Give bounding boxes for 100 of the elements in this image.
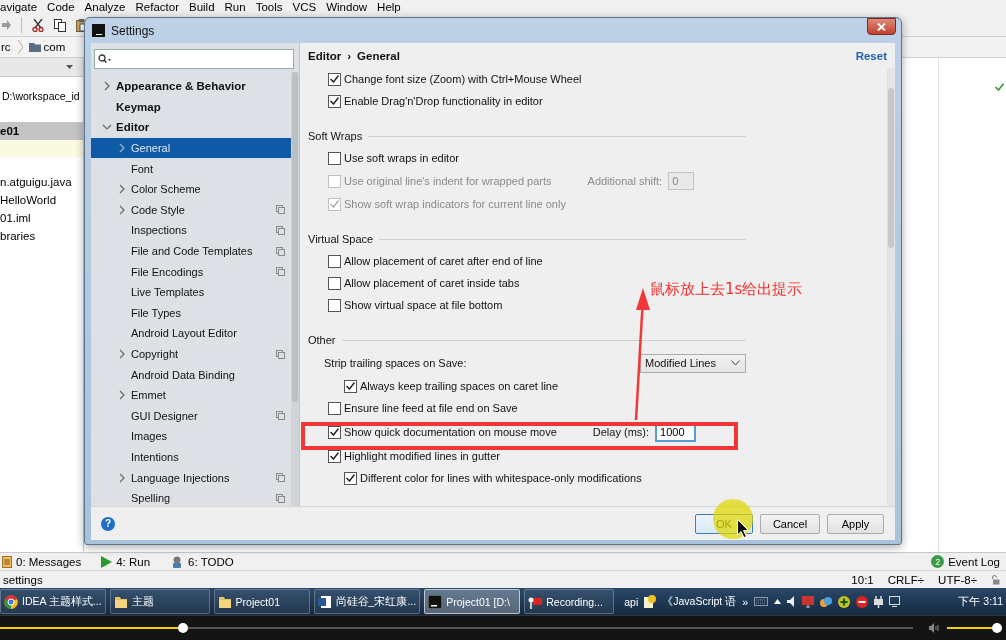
tree-item[interactable]: File Encodings xyxy=(91,261,291,282)
scissors-icon[interactable] xyxy=(32,18,44,32)
line-separator-widget[interactable]: CRLF÷ xyxy=(887,573,925,586)
tool-window-button[interactable]: 0: Messages xyxy=(0,555,84,568)
copy-icon[interactable] xyxy=(54,18,66,32)
tree-item[interactable]: n.atguigu.java xyxy=(0,173,83,191)
monitor-icon[interactable] xyxy=(802,595,814,608)
checkbox[interactable] xyxy=(328,72,341,86)
help-button[interactable]: ? xyxy=(101,516,115,531)
tree-item[interactable]: Color Scheme xyxy=(91,178,291,200)
help-document-icon[interactable] xyxy=(644,595,657,608)
checkbox[interactable] xyxy=(328,276,341,290)
plus-icon[interactable] xyxy=(838,595,850,608)
menu-item[interactable]: Window xyxy=(326,1,368,13)
tree-item[interactable]: GUI Designer xyxy=(91,405,291,427)
dialog-button[interactable]: Cancel xyxy=(760,513,820,534)
taskbar-button[interactable]: Recording... xyxy=(524,589,615,614)
taskbar-button[interactable]: Project01 [D:\ xyxy=(424,589,521,614)
tray-app-label[interactable]: 《JavaScript 语 xyxy=(662,594,737,609)
taskbar-button[interactable]: IDEA 主题样式... xyxy=(0,589,106,614)
chevron-right-icon[interactable] xyxy=(117,204,127,215)
option-label: Enable Drag'n'Drop functionality in editor xyxy=(344,95,543,107)
annotation-note: 鼠标放上去1s给出提示 xyxy=(650,280,803,299)
event-log-button[interactable]: Event Log xyxy=(948,555,1000,568)
close-button[interactable] xyxy=(867,18,896,35)
taskbar-button[interactable]: 主题 xyxy=(109,589,210,614)
checkbox[interactable] xyxy=(328,151,341,165)
tree-item[interactable]: File Types xyxy=(91,302,291,324)
tree-item[interactable]: Live Templates xyxy=(91,281,291,303)
option-label: Highlight modified lines in gutter xyxy=(344,450,500,462)
tree-item[interactable]: Copyright xyxy=(91,343,291,365)
triangle-up-icon[interactable] xyxy=(774,599,781,604)
seek-handle[interactable] xyxy=(177,623,188,633)
display-icon[interactable] xyxy=(889,596,900,607)
menu-item[interactable]: Analyze xyxy=(84,1,126,13)
overflow-chevron[interactable]: » xyxy=(742,595,748,608)
menu-item[interactable]: Tools xyxy=(255,1,283,13)
checkbox[interactable] xyxy=(328,94,341,108)
checkbox[interactable] xyxy=(344,379,357,393)
tree-item[interactable]: Code Style xyxy=(91,199,291,221)
volume-handle[interactable] xyxy=(991,623,1002,633)
chevron-right-icon[interactable] xyxy=(117,143,127,154)
breadcrumb[interactable]: com xyxy=(43,41,66,53)
tree-item[interactable]: File and Code Templates xyxy=(91,240,291,262)
chevron-right-icon[interactable] xyxy=(117,184,127,195)
speaker-icon[interactable] xyxy=(929,623,939,633)
input-method-label[interactable]: api xyxy=(624,595,639,608)
tree-item[interactable]: Editor xyxy=(91,117,291,138)
clock[interactable]: 下午 3:11 xyxy=(958,594,1003,609)
taskbar-button[interactable]: Project01 xyxy=(213,589,310,614)
caret-down-icon[interactable] xyxy=(66,65,73,69)
tree-item[interactable]: Emmet xyxy=(91,384,291,406)
search-field[interactable] xyxy=(94,49,294,69)
reset-link[interactable]: Reset xyxy=(855,49,887,62)
dropdown[interactable]: Modified Lines xyxy=(640,353,746,373)
menu-item[interactable]: avigate xyxy=(0,1,38,13)
tree-item[interactable]: Android Data Binding xyxy=(91,364,291,385)
tree-item[interactable]: Inspections xyxy=(91,220,291,241)
checkbox[interactable] xyxy=(328,401,341,415)
tree-item[interactable]: Spelling xyxy=(91,487,291,506)
tree-item[interactable]: e01 xyxy=(0,122,83,140)
menu-item[interactable]: Help xyxy=(377,1,401,13)
checkbox[interactable] xyxy=(344,471,357,485)
lock-icon[interactable] xyxy=(991,574,1000,585)
chevron-right-icon[interactable] xyxy=(102,81,112,92)
dialog-button[interactable]: Apply xyxy=(827,513,884,534)
tree-item[interactable]: Images xyxy=(91,426,291,447)
tree-item[interactable]: Android Layout Editor xyxy=(91,323,291,344)
checkbox[interactable] xyxy=(328,298,341,312)
stop-icon[interactable] xyxy=(856,595,868,608)
tree-item[interactable]: Language Injections xyxy=(91,467,291,488)
menu-item[interactable]: Refactor xyxy=(135,1,179,13)
tree-item[interactable]: Keymap xyxy=(91,96,291,118)
tree-item[interactable]: Font xyxy=(91,158,291,179)
menu-item[interactable]: Build xyxy=(189,1,215,13)
tree-item[interactable]: Appearance & Behavior xyxy=(91,76,291,97)
chevron-right-icon[interactable] xyxy=(117,349,127,359)
chevron-right-icon[interactable] xyxy=(117,390,127,401)
tree-item[interactable]: HelloWorld xyxy=(0,191,83,209)
menu-item[interactable]: Code xyxy=(47,1,75,13)
menu-item[interactable]: Run xyxy=(224,1,246,13)
taskbar-button[interactable]: 尚硅谷_宋红康... xyxy=(313,589,421,614)
tree-item[interactable]: braries xyxy=(0,227,83,245)
keyboard-icon[interactable] xyxy=(754,597,768,606)
checkbox[interactable] xyxy=(328,254,341,268)
chevron-right-icon[interactable] xyxy=(117,472,127,483)
caret-position[interactable]: 10:1 xyxy=(851,573,874,586)
tree-item[interactable]: General xyxy=(91,137,291,159)
plug-icon[interactable] xyxy=(874,595,883,608)
chat-icon[interactable] xyxy=(820,595,832,608)
tool-window-button[interactable]: 6: TODO xyxy=(168,555,236,568)
tool-window-button[interactable]: 4: Run xyxy=(99,555,153,568)
tree-item[interactable]: Intentions xyxy=(91,446,291,468)
breadcrumb[interactable]: rc xyxy=(1,41,11,53)
option-label: Ensure line feed at file end on Save xyxy=(344,402,518,414)
encoding-widget[interactable]: UTF-8÷ xyxy=(938,573,977,586)
option-label: Use soft wraps in editor xyxy=(344,152,459,164)
menu-item[interactable]: VCS xyxy=(292,1,317,13)
tree-item[interactable]: 01.iml xyxy=(0,209,83,227)
speaker-icon[interactable] xyxy=(787,596,796,607)
